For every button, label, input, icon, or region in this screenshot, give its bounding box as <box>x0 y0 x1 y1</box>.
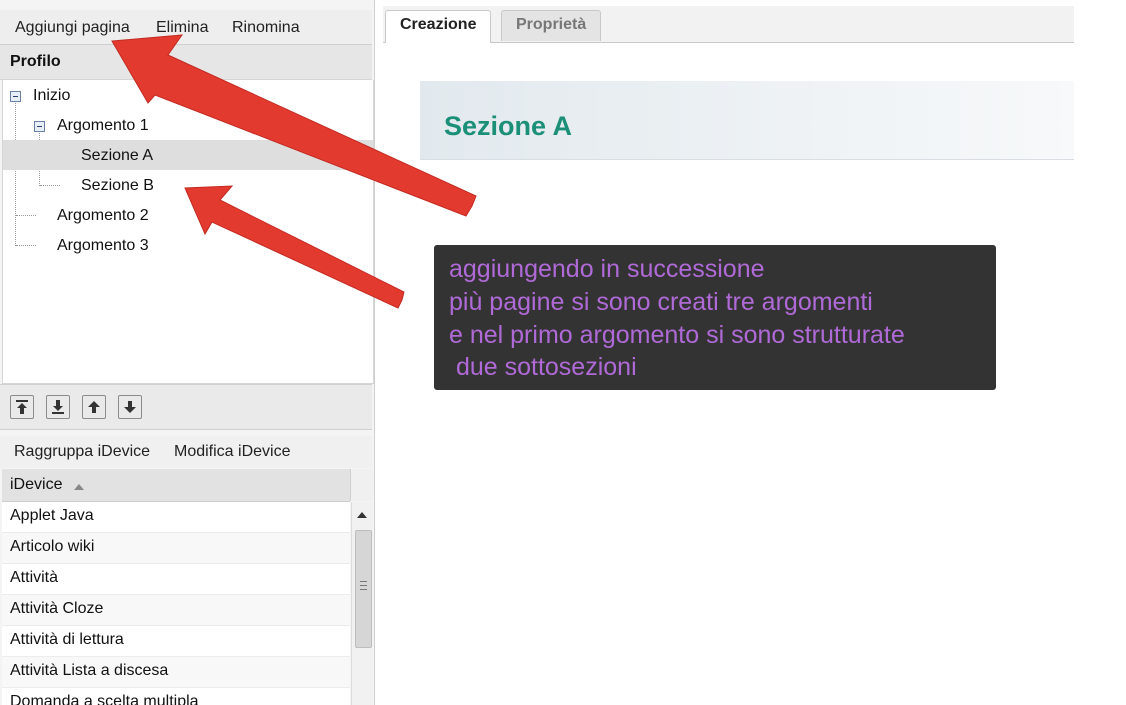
tab-proprieta[interactable]: Proprietà <box>501 10 602 41</box>
annotation-line: e nel primo argomento si sono strutturat… <box>449 321 905 349</box>
move-bottom-button[interactable] <box>46 395 70 419</box>
list-item[interactable]: Attività <box>2 564 350 595</box>
tree-node-argomento-3[interactable]: Argomento 3 <box>57 233 149 259</box>
collapse-icon[interactable] <box>34 121 45 132</box>
move-up-button[interactable] <box>82 395 106 419</box>
move-down-button[interactable] <box>118 395 142 419</box>
annotation-line: due sottosezioni <box>449 353 637 381</box>
annotation-line: più pagine si sono creati tre argomenti <box>449 288 873 316</box>
idevice-list: Applet Java Articolo wiki Attività Attiv… <box>2 502 350 705</box>
grip-line <box>360 585 367 586</box>
delete-menu[interactable]: Elimina <box>156 19 208 37</box>
page-title: Sezione A <box>444 111 573 141</box>
grip-line <box>360 581 367 582</box>
tree-node-argomento-1[interactable]: Argomento 1 <box>57 113 149 139</box>
scroll-up-icon[interactable] <box>357 512 367 518</box>
tree-node-inizio[interactable]: Inizio <box>33 83 70 109</box>
tree-node-sezione-b[interactable]: Sezione B <box>81 173 154 199</box>
tree-connector <box>40 185 60 186</box>
tree-connector <box>16 245 36 246</box>
page-title-band: Sezione A <box>420 81 1074 160</box>
tab-creazione[interactable]: Creazione <box>385 10 492 43</box>
outline-header-label: Profilo <box>10 53 61 70</box>
list-item[interactable]: Domanda a scelta multipla <box>2 688 350 705</box>
outline-toolbar <box>0 384 372 430</box>
list-item[interactable]: Attività Cloze <box>2 595 350 626</box>
move-top-button[interactable] <box>10 395 34 419</box>
outline-header: Profilo <box>0 45 372 80</box>
tree-node-argomento-2[interactable]: Argomento 2 <box>57 203 149 229</box>
column-header-filler <box>350 469 373 501</box>
move-top-icon <box>16 400 28 414</box>
group-idevice-menu[interactable]: Raggruppa iDevice <box>14 443 150 461</box>
annotation-line: aggiungendo in successione <box>449 255 765 283</box>
list-item[interactable]: Attività di lettura <box>2 626 350 657</box>
outline-tree: Inizio Argomento 1 Sezione A Sezione B A… <box>2 80 374 384</box>
list-item[interactable]: Attività Lista a discesa <box>2 657 350 688</box>
idevice-column-header[interactable]: iDevice <box>2 469 350 502</box>
rename-menu[interactable]: Rinomina <box>232 19 300 37</box>
idevice-menubar: Raggruppa iDevice Modifica iDevice <box>0 436 372 468</box>
sort-ascending-icon <box>74 484 84 490</box>
edit-idevice-menu[interactable]: Modifica iDevice <box>174 443 290 461</box>
list-item[interactable]: Applet Java <box>2 502 350 533</box>
add-page-menu[interactable]: Aggiungi pagina <box>15 19 130 37</box>
move-bottom-icon <box>52 400 64 414</box>
outline-menubar: Aggiungi pagina Elimina Rinomina <box>0 10 372 45</box>
collapse-icon[interactable] <box>10 91 21 102</box>
idevice-scrollbar[interactable] <box>351 502 373 705</box>
idevice-column-label: iDevice <box>10 476 63 493</box>
left-panel: Aggiungi pagina Elimina Rinomina Profilo… <box>0 0 375 705</box>
tree-node-selected-row[interactable] <box>3 140 373 170</box>
tree-node-sezione-a[interactable]: Sezione A <box>81 143 153 169</box>
tab-bar: Creazione Proprietà <box>383 6 1074 43</box>
tree-connector <box>16 215 36 216</box>
tree-connector <box>15 101 16 246</box>
move-up-icon <box>88 401 100 413</box>
grip-line <box>360 589 367 590</box>
annotation-callout: aggiungendo in successione più pagine si… <box>434 245 996 390</box>
move-down-icon <box>124 401 136 413</box>
list-item[interactable]: Articolo wiki <box>2 533 350 564</box>
scroll-thumb[interactable] <box>355 530 372 648</box>
